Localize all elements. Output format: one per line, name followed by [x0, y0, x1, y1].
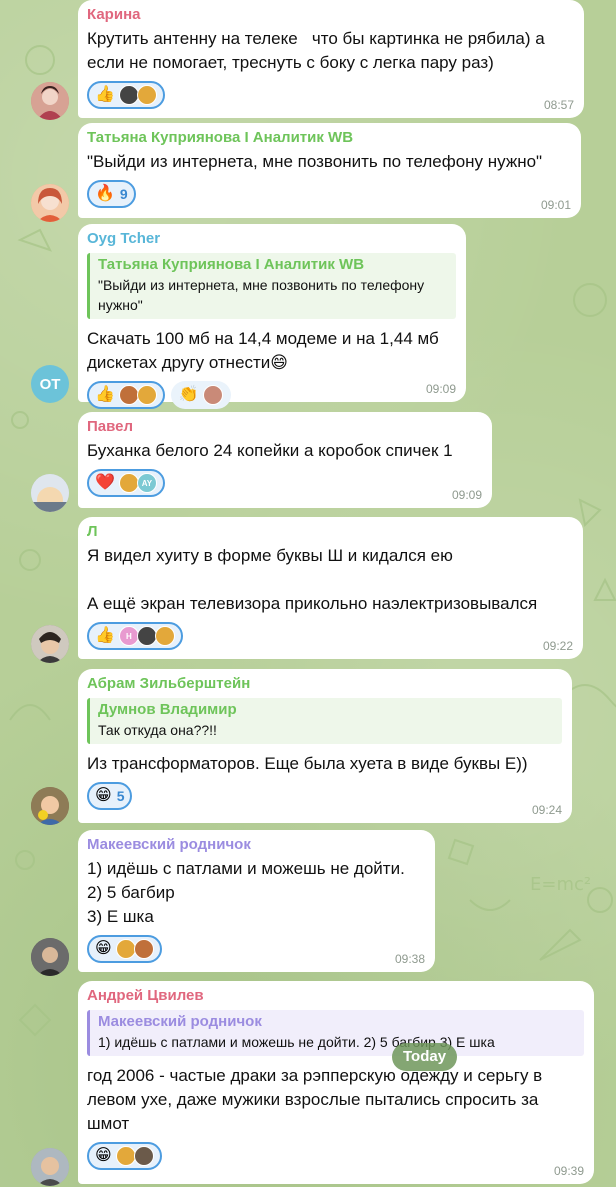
- avatar-initials: OT: [39, 375, 61, 393]
- sender-name[interactable]: Макеевский родничок: [87, 836, 425, 854]
- sender-name[interactable]: Андрей Цвилев: [87, 987, 584, 1005]
- avatar-pavel[interactable]: [31, 474, 69, 512]
- reaction-heart[interactable]: ❤️ AY: [87, 469, 165, 497]
- message-time: 09:01: [540, 198, 571, 212]
- quote-text: "Выйди из интернета, мне позвонить по те…: [98, 277, 425, 313]
- sender-name[interactable]: Oyg Tcher: [87, 230, 456, 248]
- reactor-avatar: [115, 939, 136, 959]
- reactor-avatar: [202, 385, 223, 405]
- message-text: Из трансформаторов. Еще была хуета в вид…: [87, 754, 528, 773]
- message-text: Буханка белого 24 копейки а коробок спич…: [87, 441, 453, 460]
- reactor-avatar: [118, 85, 139, 105]
- message-bubble[interactable]: Татьяна Куприянова I Аналитик WB "Выйди …: [78, 123, 581, 218]
- message-bubble[interactable]: Абрам Зильберштейн Думнов Владимир Так о…: [78, 669, 572, 823]
- reactor-avatar: [136, 85, 157, 105]
- avatar-l[interactable]: [31, 625, 69, 663]
- fire-icon: 🔥: [95, 185, 115, 202]
- reaction-grin[interactable]: 😁: [87, 1142, 162, 1170]
- avatar-abram[interactable]: [31, 787, 69, 825]
- reactor-avatar: [133, 1146, 154, 1166]
- reaction-thumbs-up[interactable]: 👍: [87, 381, 165, 409]
- message-bubble[interactable]: Карина Крутить антенну на телеке что бы …: [78, 0, 584, 118]
- reply-quote[interactable]: Думнов Владимир Так откуда она??!!: [87, 698, 562, 744]
- grinning-face-icon: 😁: [95, 1147, 112, 1164]
- reply-quote[interactable]: Татьяна Куприянова I Аналитик WB "Выйди …: [87, 253, 456, 319]
- reaction-clap[interactable]: 👏: [170, 381, 231, 409]
- quote-sender: Макеевский родничок: [98, 1013, 262, 1030]
- reaction-thumbs-up[interactable]: 👍 H: [87, 622, 183, 650]
- reactor-avatar: [118, 473, 139, 493]
- reactor-avatar: [133, 939, 154, 959]
- thumbs-up-icon: 👍: [95, 86, 115, 103]
- quote-text: Так откуда она??!!: [98, 722, 217, 738]
- reactor-avatar: [136, 626, 157, 646]
- message-time: 09:09: [425, 382, 456, 396]
- message-time: 09:22: [542, 639, 573, 653]
- message-time: 09:38: [394, 952, 425, 966]
- sender-name[interactable]: Татьяна Куприянова I Аналитик WB: [87, 129, 571, 147]
- svg-text:E=mc²: E=mc²: [530, 874, 591, 895]
- reaction-count: 5: [116, 788, 125, 804]
- reaction-count: 9: [119, 186, 128, 202]
- reactor-avatar: AY: [136, 473, 157, 493]
- reaction-grin[interactable]: 😁: [87, 935, 162, 963]
- avatar-tatiana[interactable]: [31, 184, 69, 222]
- heart-icon: ❤️: [95, 474, 115, 491]
- sender-name[interactable]: Карина: [87, 6, 574, 24]
- message-text: Я видел хуиту в форме буквы Ш и кидался …: [87, 546, 538, 613]
- reactor-avatar: [115, 1146, 136, 1166]
- message-time: 08:57: [543, 98, 574, 112]
- reaction-fire[interactable]: 🔥 9: [87, 180, 136, 208]
- message-time: 09:24: [531, 803, 562, 817]
- message-text: Скачать 100 мб на 14,4 модеме и на 1,44 …: [87, 329, 444, 372]
- grinning-face-icon: 😁: [95, 940, 112, 957]
- message-text: "Выйди из интернета, мне позвонить по те…: [87, 152, 543, 171]
- quote-sender: Татьяна Куприянова I Аналитик WB: [98, 256, 365, 273]
- date-chip: Today: [392, 1043, 458, 1071]
- reactor-avatar: [154, 626, 175, 646]
- avatar-makeevsky[interactable]: [31, 938, 69, 976]
- avatar-andrey[interactable]: [31, 1148, 69, 1186]
- reactor-avatar: [118, 385, 139, 405]
- message-text: 1) идёшь с патлами и можешь не дойти. 2)…: [87, 859, 405, 926]
- sender-name[interactable]: Л: [87, 523, 573, 541]
- reactor-avatar: H: [118, 626, 139, 646]
- quote-text: 1) идёшь с патлами и можешь не дойти. 2)…: [98, 1034, 495, 1050]
- grinning-face-icon: 😁: [95, 787, 112, 804]
- message-time: 09:09: [451, 488, 482, 502]
- message-bubble[interactable]: Павел Буханка белого 24 копейки а коробо…: [78, 412, 492, 508]
- message-text: Крутить антенну на телеке что бы картинк…: [87, 29, 550, 72]
- reactor-avatar: [136, 385, 157, 405]
- thumbs-up-icon: 👍: [95, 627, 115, 644]
- reaction-grin[interactable]: 😁 5: [87, 782, 133, 810]
- reply-quote[interactable]: Макеевский родничок 1) идёшь с патлами и…: [87, 1010, 584, 1056]
- avatar-oyg-tcher[interactable]: OT: [31, 365, 69, 403]
- clap-icon: 👏: [178, 386, 199, 403]
- message-bubble[interactable]: Андрей Цвилев Макеевский родничок 1) идё…: [78, 981, 594, 1184]
- sender-name[interactable]: Павел: [87, 418, 482, 436]
- message-time: 09:39: [553, 1164, 584, 1178]
- message-bubble[interactable]: Oyg Tcher Татьяна Куприянова I Аналитик …: [78, 224, 466, 409]
- reaction-thumbs-up[interactable]: 👍: [87, 81, 165, 109]
- message-bubble[interactable]: Л Я видел хуиту в форме буквы Ш и кидалс…: [78, 517, 583, 659]
- sender-name[interactable]: Абрам Зильберштейн: [87, 675, 562, 693]
- message-text: год 2006 - частые драки за рэпперскую од…: [87, 1066, 547, 1133]
- quote-sender: Думнов Владимир: [98, 701, 237, 718]
- message-bubble[interactable]: Макеевский родничок 1) идёшь с патлами и…: [78, 830, 435, 972]
- avatar-karina[interactable]: [31, 82, 69, 120]
- thumbs-up-icon: 👍: [95, 386, 115, 403]
